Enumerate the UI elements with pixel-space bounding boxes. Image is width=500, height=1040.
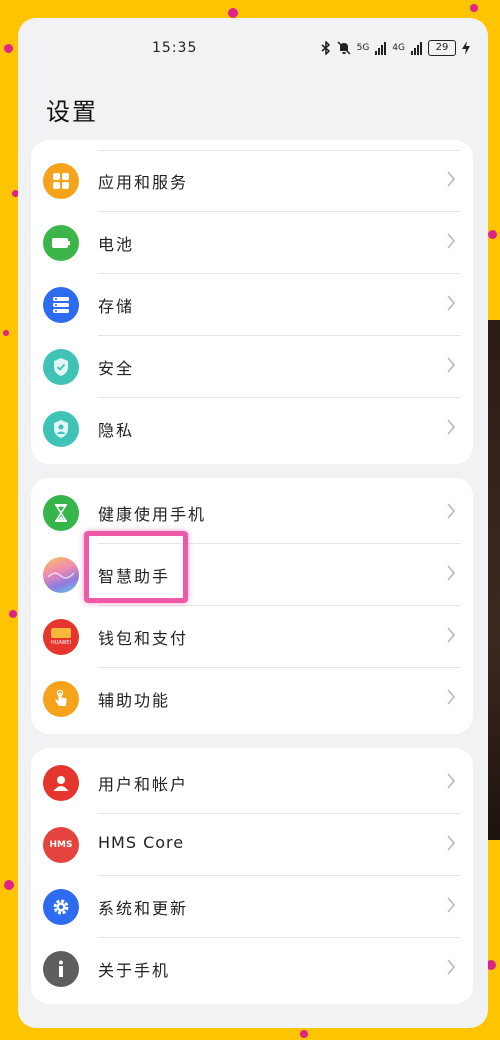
settings-item-label: 安全 xyxy=(98,359,135,378)
storage-icon xyxy=(43,287,79,323)
assistant-gradient-icon xyxy=(43,557,79,593)
settings-item-label: 健康使用手机 xyxy=(98,505,207,524)
chevron-right-icon xyxy=(447,503,456,519)
settings-item-hms-core[interactable]: HMS HMS Core xyxy=(31,814,473,876)
settings-item-system-update[interactable]: 系统和更新 xyxy=(31,876,473,938)
huawei-wallet-icon: HUAWEI xyxy=(43,619,79,655)
signal-4g-icon xyxy=(411,41,422,55)
decor-dot xyxy=(4,44,13,53)
settings-item-label: 钱包和支付 xyxy=(98,629,189,648)
network-4g-label: 4G xyxy=(392,43,405,53)
settings-item-label: 关于手机 xyxy=(98,961,171,980)
chevron-right-icon xyxy=(447,565,456,581)
decor-dot xyxy=(9,610,17,618)
hourglass-icon xyxy=(43,495,79,531)
chevron-right-icon xyxy=(447,689,456,705)
settings-item-wallet-payment[interactable]: HUAWEI 钱包和支付 xyxy=(31,606,473,668)
settings-item-label: 应用和服务 xyxy=(98,173,189,192)
settings-item-label: HMS Core xyxy=(98,833,185,852)
chevron-right-icon xyxy=(447,897,456,913)
settings-item-privacy[interactable]: 隐私 xyxy=(31,398,473,460)
chevron-right-icon xyxy=(447,773,456,789)
mute-bell-icon xyxy=(337,41,351,55)
settings-item-users-accounts[interactable]: 用户和帐户 xyxy=(31,752,473,814)
decor-dot xyxy=(300,1030,308,1038)
settings-item-label: 系统和更新 xyxy=(98,899,189,918)
settings-group-3: 用户和帐户 HMS HMS Core 系统和更新 关于手机 xyxy=(31,748,473,1004)
settings-item-apps-services[interactable]: 应用和服务 xyxy=(31,150,473,212)
hms-icon-text: HMS xyxy=(49,840,73,850)
settings-item-storage[interactable]: 存储 xyxy=(31,274,473,336)
settings-item-label: 辅助功能 xyxy=(98,691,171,710)
settings-item-security[interactable]: 安全 xyxy=(31,336,473,398)
chevron-right-icon xyxy=(447,357,456,373)
wallet-brand-text: HUAWEI xyxy=(50,640,72,646)
decor-dot xyxy=(228,8,238,18)
settings-item-about-phone[interactable]: 关于手机 xyxy=(31,938,473,1000)
battery-icon xyxy=(43,225,79,261)
user-icon xyxy=(43,765,79,801)
page-title: 设置 xyxy=(46,98,98,126)
chevron-right-icon xyxy=(447,835,456,851)
settings-group-2: 健康使用手机 智慧助手 HUAWEI 钱包和支付 辅助功能 xyxy=(31,478,473,734)
status-icons: 5G 4G 29 xyxy=(321,40,470,56)
info-icon xyxy=(43,951,79,987)
privacy-icon xyxy=(43,411,79,447)
apps-grid-icon xyxy=(43,163,79,199)
chevron-right-icon xyxy=(447,419,456,435)
signal-5g-icon xyxy=(375,41,387,55)
battery-level: 29 xyxy=(428,40,456,56)
settings-group-1: 应用和服务 电池 存储 安全 隐私 xyxy=(31,140,473,464)
settings-item-label: 存储 xyxy=(98,297,135,316)
hand-touch-icon xyxy=(43,681,79,717)
settings-item-battery[interactable]: 电池 xyxy=(31,212,473,274)
decor-dot xyxy=(4,880,14,890)
wallet-card-shape xyxy=(51,628,71,638)
decor-dot xyxy=(488,230,497,239)
chevron-right-icon xyxy=(447,295,456,311)
decor-dot xyxy=(3,330,9,336)
chevron-right-icon xyxy=(447,959,456,975)
gear-icon xyxy=(43,889,79,925)
status-bar: 15:35 5G 4G 29 xyxy=(18,18,488,82)
network-5g-label: 5G xyxy=(356,43,370,53)
bluetooth-icon xyxy=(321,41,330,55)
status-time: 15:35 xyxy=(152,40,198,56)
chevron-right-icon xyxy=(447,627,456,643)
settings-item-label: 电池 xyxy=(98,235,135,254)
highlight-annotation-box xyxy=(84,531,188,603)
decor-dot xyxy=(470,4,478,12)
settings-item-accessibility[interactable]: 辅助功能 xyxy=(31,668,473,730)
settings-item-label: 用户和帐户 xyxy=(98,775,189,794)
chevron-right-icon xyxy=(447,233,456,249)
phone-screen: 15:35 5G 4G 29 设置 应用和服务 电池 存储 安全 隐私 健康使用… xyxy=(18,18,488,1028)
hms-icon: HMS xyxy=(43,827,79,863)
chevron-right-icon xyxy=(447,171,456,187)
settings-item-label: 隐私 xyxy=(98,421,135,440)
charging-icon xyxy=(462,41,470,55)
shield-check-icon xyxy=(43,349,79,385)
